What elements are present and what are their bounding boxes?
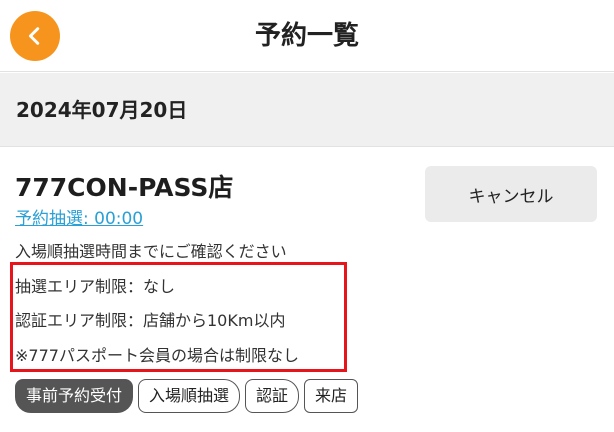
- tag-authentication: 認証: [245, 379, 300, 413]
- reservation-date: 2024年07月20日: [16, 98, 188, 122]
- chevron-left-icon: [28, 27, 40, 45]
- tag-visit: 来店: [304, 379, 359, 413]
- tag-entry-lottery: 入場順抽選: [138, 379, 241, 413]
- app-header: 予約一覧: [0, 0, 614, 72]
- auth-area-restriction: 認証エリア制限：店舗から10Km以内: [15, 311, 286, 330]
- lottery-time-link[interactable]: 予約抽選: 00:00: [15, 204, 143, 229]
- passport-member-note: ※777パスポート会員の場合は制限なし: [15, 346, 299, 365]
- cancel-button[interactable]: キャンセル: [425, 166, 597, 222]
- store-name: 777CON-PASS店: [15, 173, 234, 202]
- confirmation-note: 入場順抽選時間までにご確認ください: [15, 242, 287, 261]
- status-tags: 事前予約受付 入場順抽選 認証 来店: [15, 379, 359, 413]
- lottery-area-restriction: 抽選エリア制限：なし: [15, 277, 176, 296]
- tag-advance-reservation: 事前予約受付: [15, 379, 134, 413]
- back-button[interactable]: [10, 11, 60, 61]
- date-section: 2024年07月20日: [0, 73, 614, 147]
- page-title: 予約一覧: [254, 21, 359, 51]
- reservation-card: 777CON-PASS店 予約抽選: 00:00 キャンセル 入場順抽選時間まで…: [0, 148, 614, 432]
